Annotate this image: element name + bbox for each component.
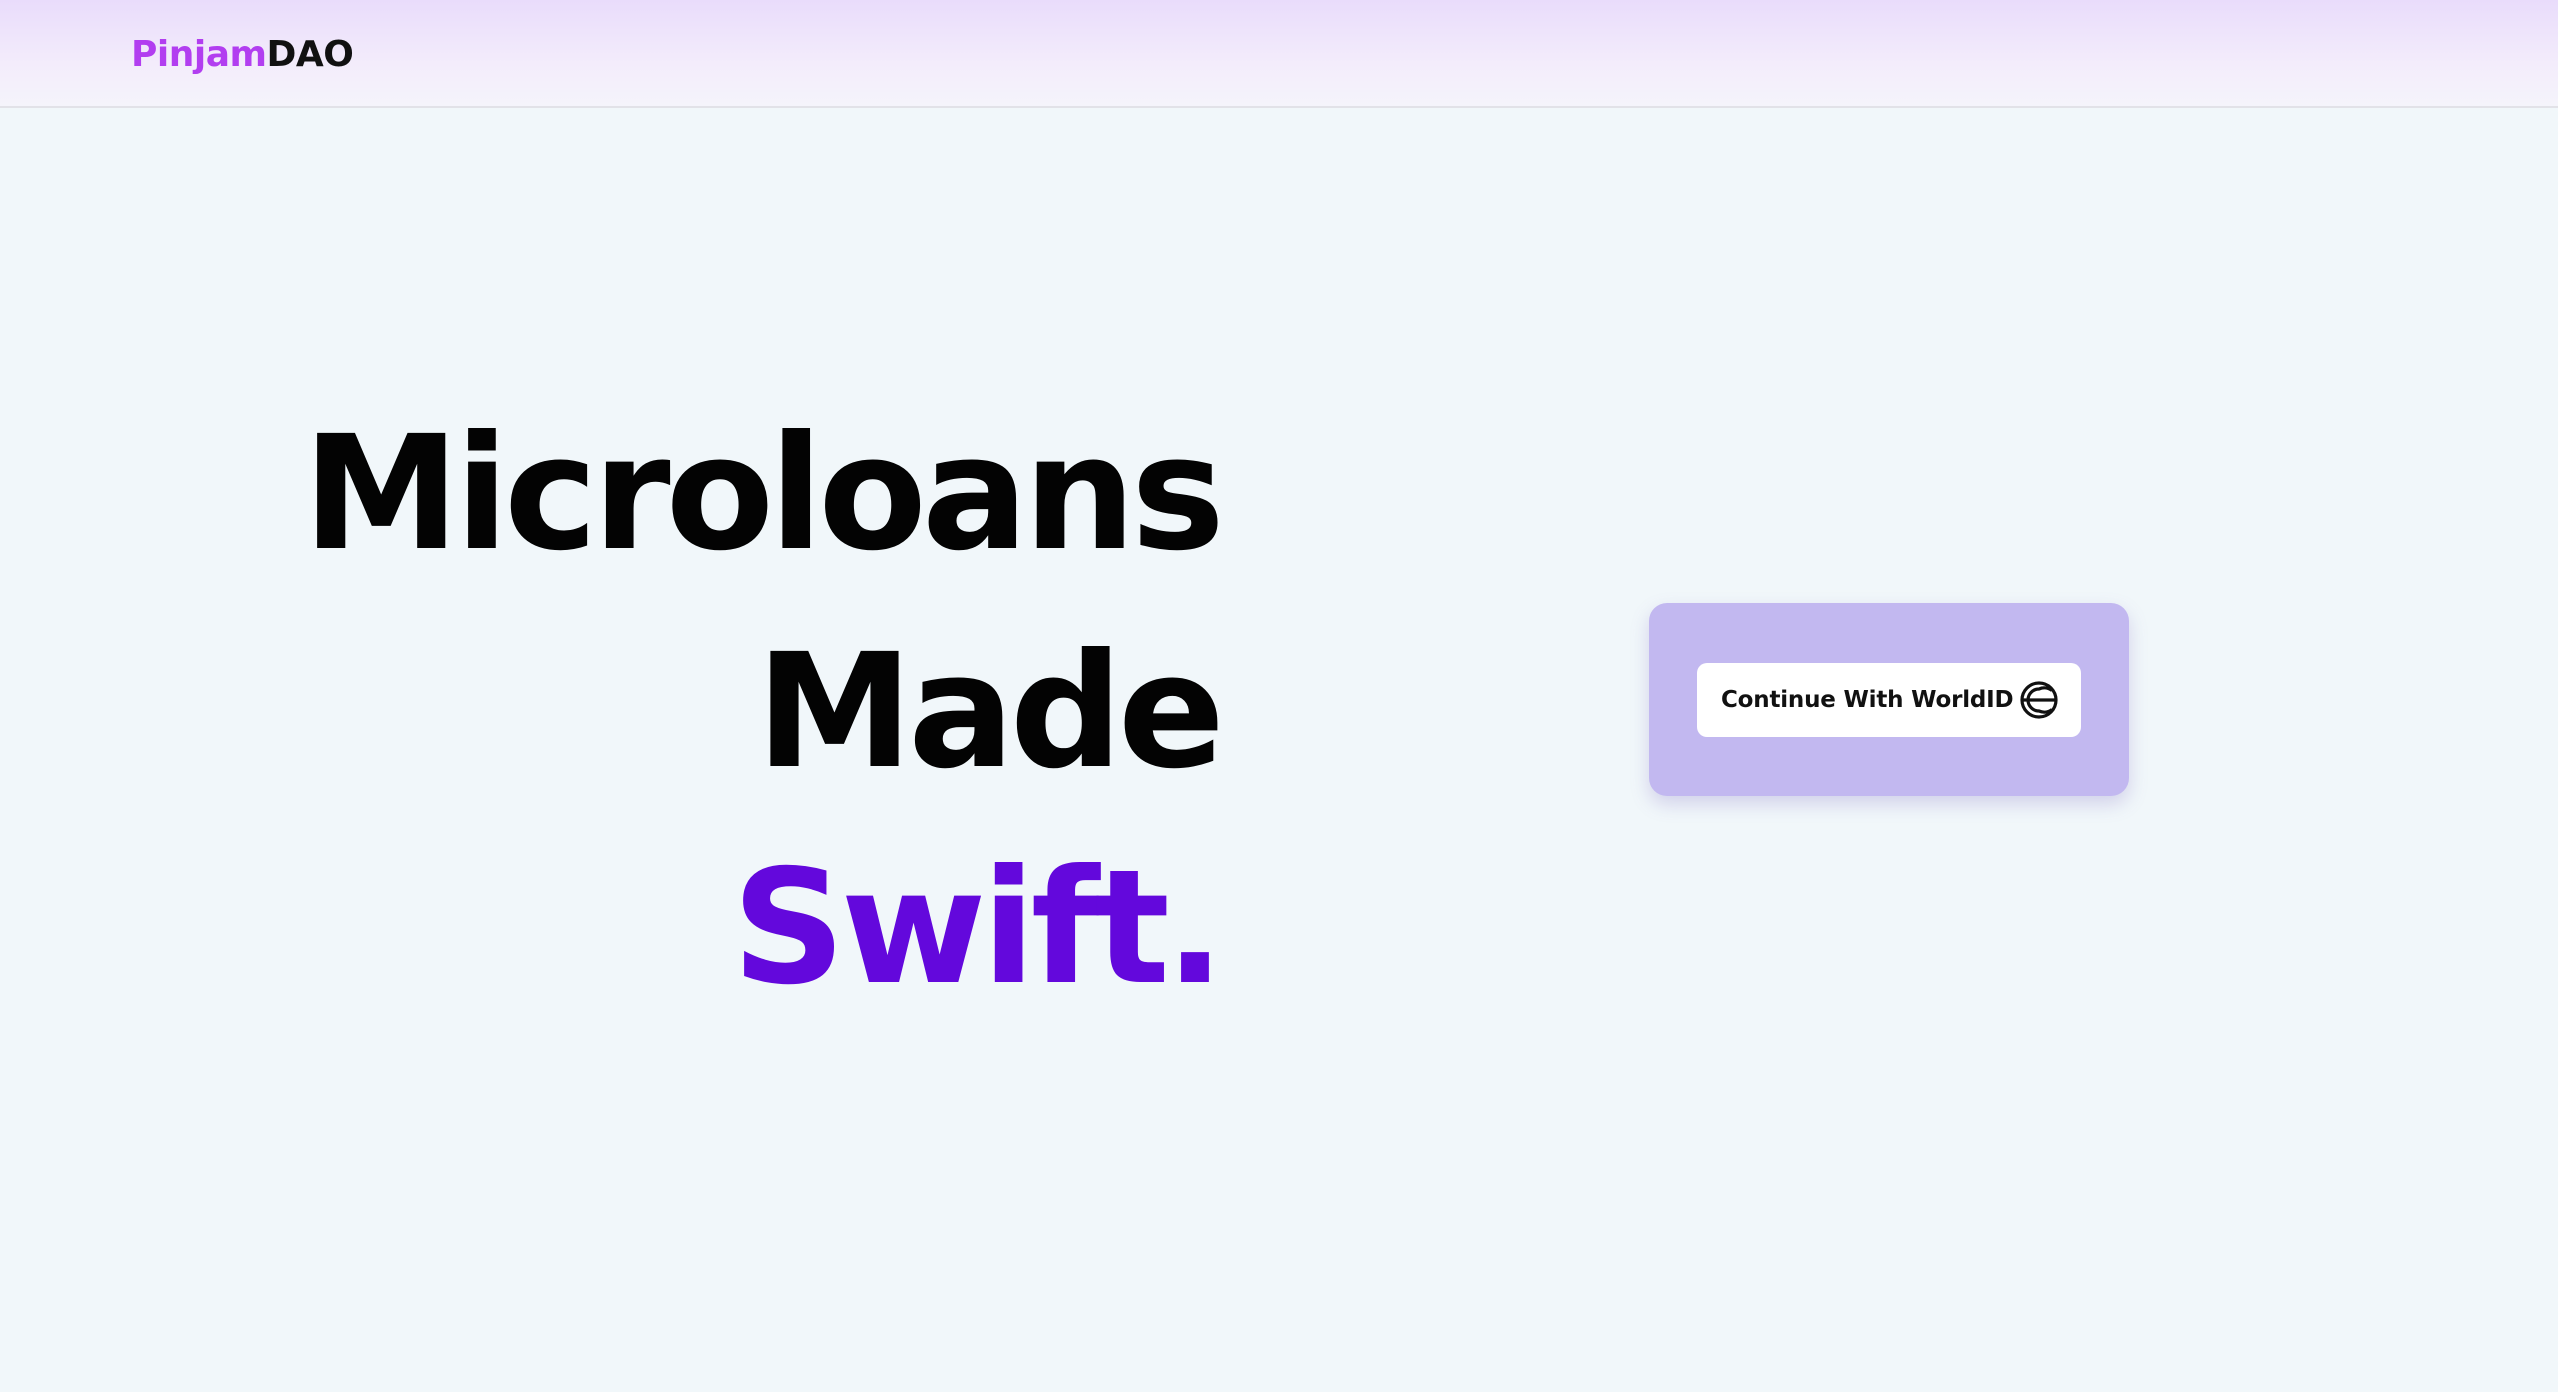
continue-with-worldid-button[interactable]: Continue With WorldID (1697, 663, 2081, 737)
logo-pinjam: Pinjam (131, 34, 267, 75)
worldcoin-icon (2020, 681, 2058, 719)
login-card: Continue With WorldID (1649, 603, 2129, 796)
hero-line-made: Made (755, 620, 1225, 804)
brand-logo[interactable]: PinjamDAO (131, 33, 354, 77)
top-navbar: PinjamDAO (0, 0, 2558, 108)
hero-line-swift: Swift. (731, 836, 1225, 1020)
worldid-button-label: Continue With WorldID (1721, 687, 2014, 713)
hero-line-microloans: Microloans (302, 402, 1225, 586)
logo-dao: DAO (266, 34, 354, 75)
